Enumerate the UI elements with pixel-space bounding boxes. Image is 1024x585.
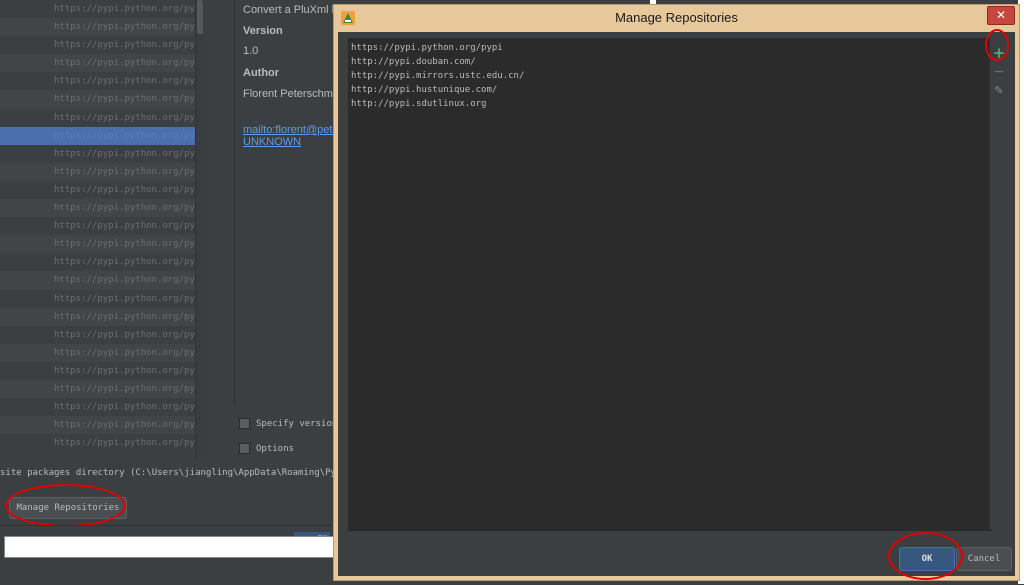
annotation-circle-add [985, 29, 1009, 61]
cancel-button[interactable]: Cancel [956, 547, 1012, 571]
manage-repositories-dialog: Manage Repositories ✕ https://pypi.pytho… [333, 4, 1020, 581]
options-option[interactable]: Options [239, 443, 294, 454]
package-row[interactable]: https://pypi.python.org/pypi [0, 18, 195, 37]
repository-item[interactable]: http://pypi.douban.com/ [351, 57, 476, 67]
repository-item[interactable]: http://pypi.hustunique.com/ [351, 85, 497, 95]
package-row[interactable]: https://pypi.python.org/pypi [0, 235, 195, 254]
site-packages-hint: site packages directory (C:\Users\jiangl… [0, 468, 334, 478]
available-packages-list[interactable]: https://pypi.python.org/pypi https://pypi… [0, 0, 195, 458]
annotation-circle-ok [888, 532, 963, 580]
repository-toolbar: + − ✎ [989, 38, 1008, 529]
package-row[interactable]: https://pypi.python.org/pypi [0, 181, 195, 199]
options-label: Options [256, 444, 294, 454]
author-value: Florent Peterschmitt [243, 88, 335, 100]
version-value: 1.0 [243, 45, 259, 57]
repository-list[interactable]: https://pypi.python.org/pypi http://pypi.… [348, 38, 992, 531]
package-row[interactable]: https://pypi.python.org/pypi [0, 362, 195, 380]
specify-version-label: Specify version [256, 419, 338, 429]
package-row[interactable]: https://pypi.python.org/pypi [0, 36, 195, 54]
version-label: Version [243, 25, 283, 37]
package-row[interactable]: https://pypi.python.org/pypi [0, 326, 195, 344]
package-detail-panel: Convert a PluXml bl Version 1.0 Author F… [234, 0, 335, 405]
package-row[interactable]: https://pypi.python.org/pypi [0, 0, 195, 18]
panel-divider [204, 0, 234, 458]
options-checkbox[interactable] [239, 443, 250, 454]
package-row[interactable]: https://pypi.python.org/pypi [0, 199, 195, 218]
remove-icon[interactable]: − [990, 64, 1008, 80]
package-row[interactable]: https://pypi.python.org/pypi [0, 145, 195, 163]
package-row[interactable]: https://pypi.python.org/pypi [0, 343, 195, 362]
scrollbar-thumb[interactable] [197, 0, 203, 34]
close-button[interactable]: ✕ [987, 6, 1015, 25]
package-row[interactable]: https://pypi.python.org/pypi [0, 379, 195, 399]
bottom-input[interactable] [4, 536, 334, 558]
dialog-title: Manage Repositories [615, 10, 738, 25]
author-email-link[interactable]: mailto:florent@pete [243, 124, 335, 136]
repository-item[interactable]: http://pypi.sdutlinux.org [351, 99, 486, 109]
repository-item[interactable]: https://pypi.python.org/pypi [351, 43, 503, 53]
package-row[interactable]: https://pypi.python.org/pypi [0, 271, 195, 290]
author-label: Author [243, 67, 280, 79]
package-row[interactable]: https://pypi.python.org/pypi [0, 398, 195, 416]
package-row[interactable]: https://pypi.python.org/pypi [0, 54, 195, 73]
package-row[interactable]: https://pypi.python.org/pypi [0, 416, 195, 435]
package-row[interactable]: https://pypi.python.org/pypi [0, 434, 195, 452]
package-row[interactable]: https://pypi.python.org/pypi [0, 253, 195, 271]
dialog-titlebar[interactable]: Manage Repositories ✕ [334, 5, 1019, 32]
package-row[interactable]: https://pypi.python.org/pypi [0, 109, 195, 127]
package-row[interactable]: https://pypi.python.org/pypi [0, 90, 195, 109]
specify-version-checkbox[interactable] [239, 418, 250, 429]
package-description: Convert a PluXml bl [243, 4, 335, 16]
package-row[interactable]: https://pypi.python.org/pypi [0, 307, 195, 326]
dialog-body: https://pypi.python.org/pypi http://pypi.… [338, 32, 1015, 576]
package-row[interactable]: https://pypi.python.org/pypi [0, 162, 195, 181]
package-row[interactable]: https://pypi.python.org/pypi [0, 290, 195, 308]
package-row[interactable]: https://pypi.python.org/pypi [0, 217, 195, 235]
edit-icon[interactable]: ✎ [990, 84, 1008, 98]
package-row[interactable]: https://pypi.python.org/pypi [0, 126, 195, 145]
homepage-link[interactable]: UNKNOWN [243, 136, 301, 148]
specify-version-option[interactable]: Specify version [239, 418, 337, 429]
annotation-circle-manage [5, 484, 126, 527]
package-row[interactable]: https://pypi.python.org/pypi [0, 72, 195, 90]
repository-item[interactable]: http://pypi.mirrors.ustc.edu.cn/ [351, 71, 524, 81]
